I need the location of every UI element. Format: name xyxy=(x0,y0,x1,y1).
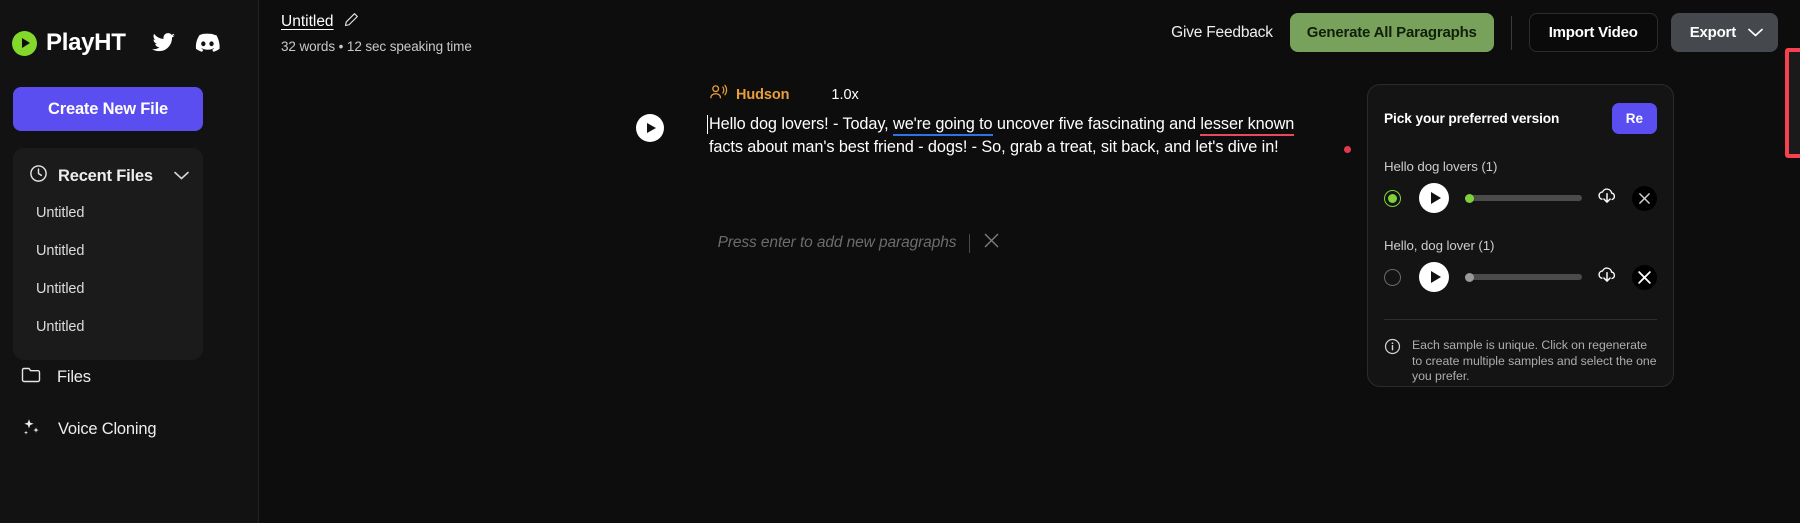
paragraph-segment: uncover five fascinating and xyxy=(992,115,1201,133)
download-cloud-icon[interactable] xyxy=(1596,264,1618,291)
version-panel: Pick your preferred version Re Hello dog… xyxy=(1367,84,1674,387)
voice-speed[interactable]: 1.0x xyxy=(831,87,858,103)
sample-row xyxy=(1384,183,1657,213)
generate-all-paragraphs-button[interactable]: Generate All Paragraphs xyxy=(1289,13,1494,52)
sample-label: Hello, dog lover (1) xyxy=(1384,238,1495,253)
give-feedback-link[interactable]: Give Feedback xyxy=(1171,24,1273,42)
recent-file-item[interactable]: Untitled xyxy=(13,308,203,346)
recent-files-header[interactable]: Recent Files xyxy=(13,158,203,194)
recent-file-item[interactable]: Untitled xyxy=(13,232,203,270)
pencil-edit-icon[interactable] xyxy=(344,12,359,32)
header-divider xyxy=(1510,15,1512,50)
discord-icon[interactable] xyxy=(195,33,220,53)
sidebar-item-voice-cloning[interactable]: Voice Cloning xyxy=(13,417,157,442)
clock-icon xyxy=(29,164,48,188)
brand-name: PlayHT xyxy=(46,29,126,56)
voice-name[interactable]: Hudson xyxy=(736,87,789,103)
document-title[interactable]: Untitled xyxy=(281,13,334,31)
download-cloud-icon[interactable] xyxy=(1596,185,1618,212)
main-content: Untitled 32 words • 12 sec speaking time… xyxy=(259,0,1800,523)
play-circle-icon xyxy=(12,30,37,56)
export-dropdown-menu: Each paragraph separately As a single au… xyxy=(1789,52,1800,154)
sample-play-button[interactable] xyxy=(1419,262,1449,292)
folder-icon xyxy=(21,366,41,388)
paragraph-segment: facts about man's best friend - dogs! - … xyxy=(709,138,1279,156)
document-header: Untitled 32 words • 12 sec speaking time xyxy=(281,12,472,54)
voice-person-icon xyxy=(709,84,728,106)
chevron-down-icon xyxy=(1748,24,1763,41)
info-icon xyxy=(1384,338,1401,385)
paragraph-editor: Hudson 1.0x Hello dog lovers! - Today, w… xyxy=(409,84,1309,159)
sidebar-item-label: Files xyxy=(57,367,91,386)
sample-delete-button[interactable] xyxy=(1632,264,1657,290)
paragraph-segment-red-underline: lesser known xyxy=(1200,115,1294,136)
slider-knob[interactable] xyxy=(1465,193,1474,203)
add-paragraph-divider xyxy=(969,233,971,253)
export-dropdown-highlight: Each paragraph separately As a single au… xyxy=(1785,48,1800,158)
sample-item: Hello dog lovers (1) xyxy=(1384,159,1657,213)
sample-play-button[interactable] xyxy=(1419,183,1449,213)
sample-label: Hello dog lovers (1) xyxy=(1384,159,1498,174)
export-label: Export xyxy=(1689,24,1737,41)
sample-item: Hello, dog lover (1) xyxy=(1384,238,1657,292)
close-icon[interactable] xyxy=(983,232,1000,254)
document-title-row: Untitled xyxy=(281,12,472,32)
sparkles-icon xyxy=(21,417,42,442)
paragraph-play-button[interactable] xyxy=(636,114,664,142)
paragraph-segment: Hello dog lovers! - Today, xyxy=(709,115,894,133)
paragraph-block: Hudson 1.0x Hello dog lovers! - Today, w… xyxy=(409,84,1309,159)
header-actions: Give Feedback Generate All Paragraphs Im… xyxy=(1171,13,1778,52)
recent-file-item[interactable]: Untitled xyxy=(13,194,203,232)
brand-row: PlayHT xyxy=(0,0,258,60)
sample-progress-slider[interactable] xyxy=(1465,272,1582,282)
export-button[interactable]: Export xyxy=(1670,13,1778,52)
chevron-down-icon[interactable] xyxy=(174,167,189,185)
version-panel-divider xyxy=(1384,319,1657,320)
add-paragraph-hint: Press enter to add new paragraphs xyxy=(717,234,957,251)
paragraph-segment-blue-underline: we're going to xyxy=(893,115,993,136)
paragraph-text[interactable]: Hello dog lovers! - Today, we're going t… xyxy=(707,113,1309,159)
recent-files-title: Recent Files xyxy=(58,166,153,185)
sidebar: PlayHT Create New File Recent Files Unti… xyxy=(0,0,259,523)
sample-radio-selected[interactable] xyxy=(1384,189,1401,207)
app-root: PlayHT Create New File Recent Files Unti… xyxy=(0,0,1800,523)
sample-delete-button[interactable] xyxy=(1632,185,1657,211)
version-panel-note-text: Each sample is unique. Click on regenera… xyxy=(1412,338,1657,383)
version-panel-note: Each sample is unique. Click on regenera… xyxy=(1384,338,1657,385)
slider-knob[interactable] xyxy=(1465,272,1474,282)
app-logo[interactable]: PlayHT xyxy=(12,29,126,57)
version-panel-header: Pick your preferred version Re xyxy=(1384,103,1657,134)
social-links xyxy=(151,33,220,53)
recent-files-card: Recent Files Untitled Untitled Untitled … xyxy=(13,148,203,360)
import-video-button[interactable]: Import Video xyxy=(1528,13,1658,52)
create-new-file-button[interactable]: Create New File xyxy=(13,87,203,131)
version-panel-title: Pick your preferred version xyxy=(1384,111,1560,126)
voice-row: Hudson 1.0x xyxy=(709,84,1309,106)
record-dot-icon[interactable] xyxy=(1344,146,1351,153)
sidebar-item-files[interactable]: Files xyxy=(13,366,91,388)
add-paragraph-row: Press enter to add new paragraphs xyxy=(409,232,1309,254)
sample-row xyxy=(1384,262,1657,292)
regenerate-button[interactable]: Re xyxy=(1611,103,1657,134)
recent-file-item[interactable]: Untitled xyxy=(13,270,203,308)
sidebar-item-label: Voice Cloning xyxy=(58,420,157,438)
sample-radio-unselected[interactable] xyxy=(1384,268,1401,286)
document-meta: 32 words • 12 sec speaking time xyxy=(281,39,472,54)
twitter-icon[interactable] xyxy=(151,33,176,53)
sample-progress-slider[interactable] xyxy=(1465,193,1582,203)
